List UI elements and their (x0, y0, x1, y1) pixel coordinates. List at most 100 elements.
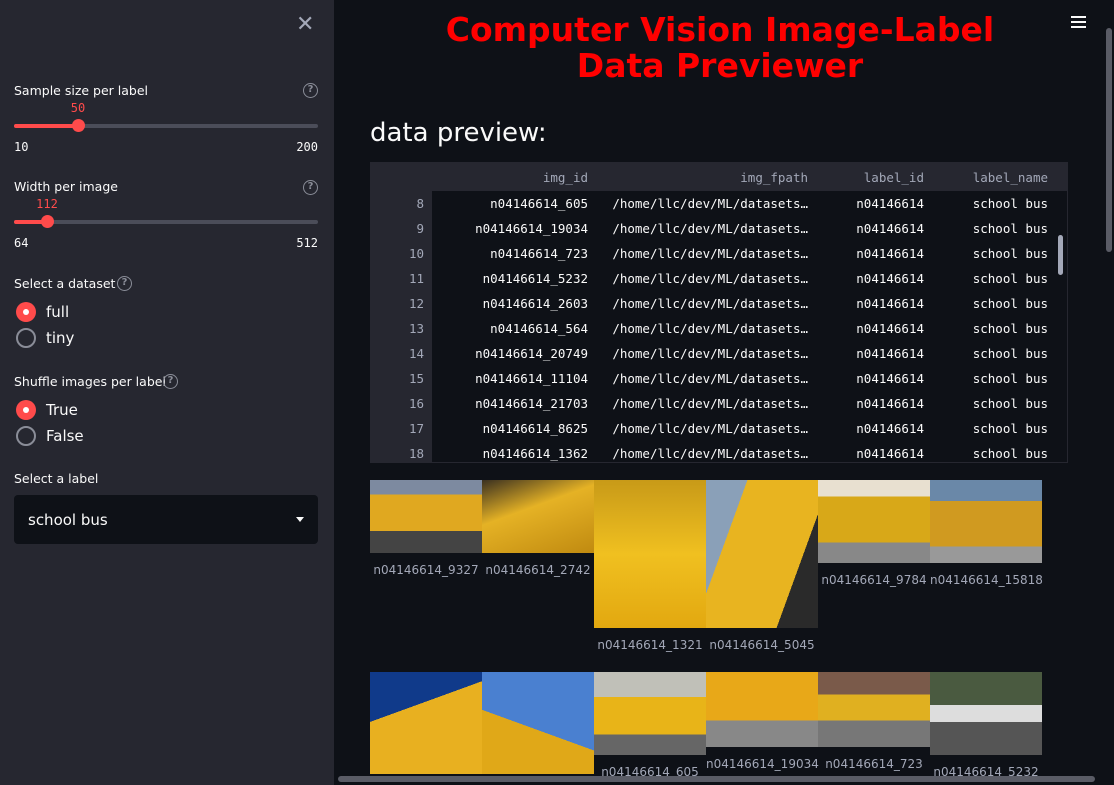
radio-label: False (46, 427, 84, 445)
table-row[interactable]: 18 n04146614_1362/home/llc/dev/ML/dataset… (371, 441, 1067, 462)
table-cell: n04146614_605 (490, 196, 588, 211)
radio-label: tiny (46, 329, 75, 347)
section-heading: data preview: (370, 118, 547, 148)
table-cell: n04146614_21703 (475, 396, 588, 411)
width-label: Width per image (14, 179, 118, 194)
table-row[interactable]: 17 n04146614_8625/home/llc/dev/ML/dataset… (371, 416, 1067, 441)
width-slider[interactable] (14, 215, 318, 228)
chevron-down-icon (296, 517, 304, 522)
label-select-label: Select a label (14, 471, 99, 486)
close-sidebar-icon[interactable]: ✕ (296, 12, 314, 37)
table-cell: n04146614 (856, 321, 924, 336)
bus-image[interactable] (482, 672, 594, 774)
row-index: 15 (371, 366, 432, 391)
radio-false[interactable]: False (16, 426, 84, 446)
image-caption: n04146614_9327 (373, 563, 479, 577)
table-row[interactable]: 14 n04146614_20749/home/llc/dev/ML/datase… (371, 341, 1067, 366)
table-scrollbar[interactable] (1058, 235, 1063, 275)
help-icon[interactable]: ? (117, 276, 132, 291)
table-cell: n04146614_1362 (482, 446, 588, 461)
image-caption: n04146614_2742 (485, 563, 591, 577)
table-cell: n04146614 (856, 446, 924, 461)
label-select[interactable]: school bus (14, 495, 318, 544)
row-index: 10 (371, 241, 432, 266)
bus-image[interactable] (818, 480, 930, 563)
table-row[interactable]: 11 n04146614_5232/home/llc/dev/ML/dataset… (371, 266, 1067, 291)
bus-image[interactable] (370, 672, 482, 774)
table-row[interactable]: 9 n04146614_19034/home/llc/dev/ML/dataset… (371, 216, 1067, 241)
width-value: 112 (36, 197, 58, 211)
column-header[interactable]: img_fpath (596, 170, 816, 185)
column-header[interactable]: img_id (432, 170, 596, 185)
data-table[interactable]: img_id img_fpath label_id label_name 8 n0… (370, 162, 1068, 463)
table-cell: /home/llc/dev/ML/datasets… (612, 246, 808, 261)
table-cell: n04146614_5232 (482, 271, 588, 286)
help-icon[interactable]: ? (303, 83, 318, 98)
table-cell: n04146614 (856, 221, 924, 236)
table-cell: school bus (972, 396, 1048, 411)
radio-label: full (46, 303, 70, 321)
radio-tiny[interactable]: tiny (16, 328, 74, 348)
vertical-scrollbar[interactable] (1106, 28, 1112, 252)
table-row[interactable]: 15 n04146614_11104/home/llc/dev/ML/datase… (371, 366, 1067, 391)
table-row[interactable]: 8 n04146614_605/home/llc/dev/ML/datasets…… (371, 191, 1067, 216)
help-icon[interactable]: ? (163, 374, 178, 389)
row-index: 13 (371, 316, 432, 341)
sample-size-value: 50 (70, 101, 86, 115)
table-cell: school bus (972, 321, 1048, 336)
table-cell: /home/llc/dev/ML/datasets… (612, 321, 808, 336)
bus-image[interactable] (370, 480, 482, 553)
column-header[interactable]: label_id (816, 170, 932, 185)
slider-min: 64 (14, 236, 29, 250)
row-index: 16 (371, 391, 432, 416)
slider-thumb[interactable] (72, 119, 85, 132)
table-cell: school bus (972, 246, 1048, 261)
horizontal-scrollbar[interactable] (338, 776, 1095, 782)
select-value: school bus (28, 510, 108, 529)
table-cell: /home/llc/dev/ML/datasets… (612, 371, 808, 386)
bus-image[interactable] (594, 480, 706, 628)
image-caption: n04146614_15818 (930, 573, 1043, 587)
slider-max: 512 (296, 236, 318, 250)
slider-max: 200 (296, 140, 318, 154)
sample-size-slider[interactable] (14, 119, 318, 132)
bus-image[interactable] (818, 672, 930, 747)
bus-image[interactable] (706, 672, 818, 747)
radio-true[interactable]: True (16, 400, 78, 420)
table-cell: /home/llc/dev/ML/datasets… (612, 271, 808, 286)
table-row[interactable]: 12 n04146614_2603/home/llc/dev/ML/dataset… (371, 291, 1067, 316)
hamburger-menu-icon[interactable] (1071, 16, 1086, 31)
table-cell: n04146614_723 (490, 246, 588, 261)
bus-image[interactable] (930, 672, 1042, 755)
bus-image[interactable] (706, 480, 818, 628)
table-cell: n04146614 (856, 346, 924, 361)
column-header[interactable]: label_name (932, 170, 1056, 185)
table-cell: /home/llc/dev/ML/datasets… (612, 446, 808, 461)
radio-label: True (46, 401, 78, 419)
image-caption: n04146614_9784 (821, 573, 927, 587)
table-cell: school bus (972, 346, 1048, 361)
table-cell: n04146614 (856, 271, 924, 286)
table-row[interactable]: 10 n04146614_723/home/llc/dev/ML/datasets… (371, 241, 1067, 266)
slider-min: 10 (14, 140, 29, 154)
radio-full[interactable]: full (16, 302, 69, 322)
help-icon[interactable]: ? (303, 180, 318, 195)
sample-size-label: Sample size per label (14, 83, 149, 98)
image-caption: n04146614_723 (825, 757, 923, 771)
slider-thumb[interactable] (41, 215, 54, 228)
table-cell: n04146614 (856, 396, 924, 411)
row-index: 14 (371, 341, 432, 366)
table-cell: school bus (972, 271, 1048, 286)
table-cell: /home/llc/dev/ML/datasets… (612, 396, 808, 411)
table-row[interactable]: 16 n04146614_21703/home/llc/dev/ML/datase… (371, 391, 1067, 416)
table-cell: school bus (972, 371, 1048, 386)
bus-image[interactable] (482, 480, 594, 553)
table-cell: /home/llc/dev/ML/datasets… (612, 421, 808, 436)
table-cell: n04146614 (856, 421, 924, 436)
sidebar: ✕ Sample size per label ? 50 10 200 Widt… (0, 0, 334, 785)
table-cell: school bus (972, 446, 1048, 461)
row-index: 8 (371, 191, 432, 216)
bus-image[interactable] (930, 480, 1042, 563)
table-row[interactable]: 13 n04146614_564/home/llc/dev/ML/datasets… (371, 316, 1067, 341)
bus-image[interactable] (594, 672, 706, 755)
